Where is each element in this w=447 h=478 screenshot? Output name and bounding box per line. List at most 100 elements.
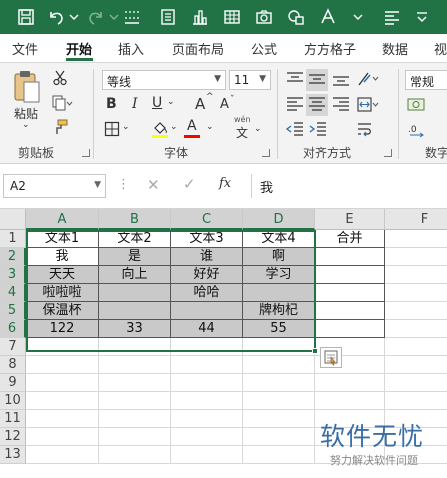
customize-qat-icon[interactable]	[412, 7, 432, 27]
tab-insert[interactable]: 插入	[118, 39, 144, 58]
cell[interactable]	[171, 302, 243, 320]
name-box[interactable]: A2 ▼	[3, 174, 106, 198]
decrease-indent-icon[interactable]	[285, 121, 305, 139]
font-color-dropdown-icon[interactable]: ⌄	[206, 122, 214, 132]
align-middle-icon[interactable]	[306, 69, 328, 91]
cell[interactable]	[26, 392, 99, 410]
row-header[interactable]: 8	[0, 356, 26, 374]
redo-icon[interactable]	[86, 7, 106, 27]
tab-fangfang[interactable]: 方方格子	[304, 39, 356, 58]
chart-icon[interactable]	[190, 7, 210, 27]
border-dropdown-icon[interactable]: ⌄	[122, 122, 130, 132]
currency-icon[interactable]	[407, 96, 429, 114]
cell[interactable]	[315, 284, 385, 302]
bold-button[interactable]: B	[106, 96, 117, 112]
border-icon[interactable]	[104, 121, 120, 137]
cell[interactable]	[315, 374, 385, 392]
shape-icon[interactable]	[286, 7, 306, 27]
row-header[interactable]: 4	[0, 284, 26, 302]
cell[interactable]	[99, 374, 171, 392]
cell[interactable]: 保温杯	[26, 302, 99, 320]
fill-handle[interactable]	[312, 348, 318, 354]
cell[interactable]	[385, 230, 447, 248]
form-icon[interactable]	[158, 7, 178, 27]
cell[interactable]	[26, 410, 99, 428]
cell[interactable]	[171, 374, 243, 392]
phonetic-button[interactable]: 文	[236, 124, 248, 141]
cell[interactable]: 文本2	[99, 230, 171, 248]
font-size-select[interactable]: 11 ▼	[229, 70, 271, 90]
cell[interactable]	[171, 428, 243, 446]
row-header[interactable]: 12	[0, 428, 26, 446]
cell[interactable]: 122	[26, 320, 99, 338]
cell[interactable]	[171, 338, 243, 356]
decrease-font-button[interactable]: A	[220, 97, 229, 112]
italic-button[interactable]: I	[132, 96, 138, 112]
cell[interactable]	[385, 374, 447, 392]
align-center-text-icon[interactable]	[306, 94, 328, 116]
cell[interactable]	[315, 392, 385, 410]
row-header[interactable]: 13	[0, 446, 26, 464]
paste-icon[interactable]	[12, 69, 42, 105]
text-icon[interactable]	[318, 7, 338, 27]
cell[interactable]: 合并	[315, 230, 385, 248]
cell[interactable]	[385, 248, 447, 266]
tab-file[interactable]: 文件	[12, 39, 38, 58]
cell[interactable]: 哈哈	[171, 284, 243, 302]
table-icon[interactable]	[222, 7, 242, 27]
cell[interactable]	[243, 446, 315, 464]
align-right-text-icon[interactable]	[331, 96, 351, 114]
wrap-text-icon[interactable]	[356, 121, 380, 139]
cell[interactable]	[243, 428, 315, 446]
active-cell[interactable]: 我	[26, 248, 99, 266]
cell[interactable]	[99, 392, 171, 410]
cell[interactable]	[26, 428, 99, 446]
column-header[interactable]: D	[243, 209, 315, 230]
font-color-button[interactable]: A	[187, 118, 197, 134]
cell[interactable]	[26, 374, 99, 392]
cell[interactable]: 33	[99, 320, 171, 338]
cell[interactable]: 天天	[26, 266, 99, 284]
cell[interactable]	[26, 446, 99, 464]
cell[interactable]: 学习	[243, 266, 315, 284]
row-header[interactable]: 2	[0, 248, 26, 266]
undo-dropdown-icon[interactable]	[66, 7, 86, 27]
cell[interactable]	[243, 410, 315, 428]
cell[interactable]	[171, 356, 243, 374]
cell[interactable]	[26, 338, 99, 356]
font-name-select[interactable]: 等线 ▼	[102, 70, 226, 90]
tab-formulas[interactable]: 公式	[251, 39, 277, 58]
cell[interactable]	[171, 392, 243, 410]
row-header[interactable]: 9	[0, 374, 26, 392]
select-all-corner[interactable]	[0, 209, 26, 230]
cell[interactable]	[243, 374, 315, 392]
font-launcher-icon[interactable]	[262, 149, 270, 157]
column-header[interactable]: E	[315, 209, 385, 230]
cell[interactable]: 文本3	[171, 230, 243, 248]
clipboard-launcher-icon[interactable]	[82, 149, 90, 157]
row-header[interactable]: 7	[0, 338, 26, 356]
increase-font-button[interactable]: A	[195, 95, 205, 113]
align-left-icon[interactable]	[382, 7, 402, 27]
cell[interactable]	[243, 356, 315, 374]
cell[interactable]: 牌枸杞	[243, 302, 315, 320]
cell[interactable]	[243, 284, 315, 302]
insert-function-button[interactable]: fx	[219, 176, 231, 191]
cell[interactable]: 44	[171, 320, 243, 338]
orientation-icon[interactable]	[356, 70, 380, 88]
cell[interactable]	[315, 302, 385, 320]
alignment-launcher-icon[interactable]	[384, 149, 392, 157]
fill-color-dropdown-icon[interactable]: ⌄	[170, 122, 178, 132]
cell[interactable]	[99, 446, 171, 464]
cell[interactable]	[99, 356, 171, 374]
cell[interactable]	[99, 284, 171, 302]
cell[interactable]: 啊	[243, 248, 315, 266]
cell[interactable]	[99, 410, 171, 428]
row-header[interactable]: 1	[0, 230, 26, 248]
cell[interactable]	[385, 284, 447, 302]
cell[interactable]	[99, 338, 171, 356]
column-header[interactable]: C	[171, 209, 243, 230]
cell[interactable]	[385, 392, 447, 410]
cell[interactable]	[171, 410, 243, 428]
quick-analysis-icon[interactable]	[320, 347, 342, 368]
